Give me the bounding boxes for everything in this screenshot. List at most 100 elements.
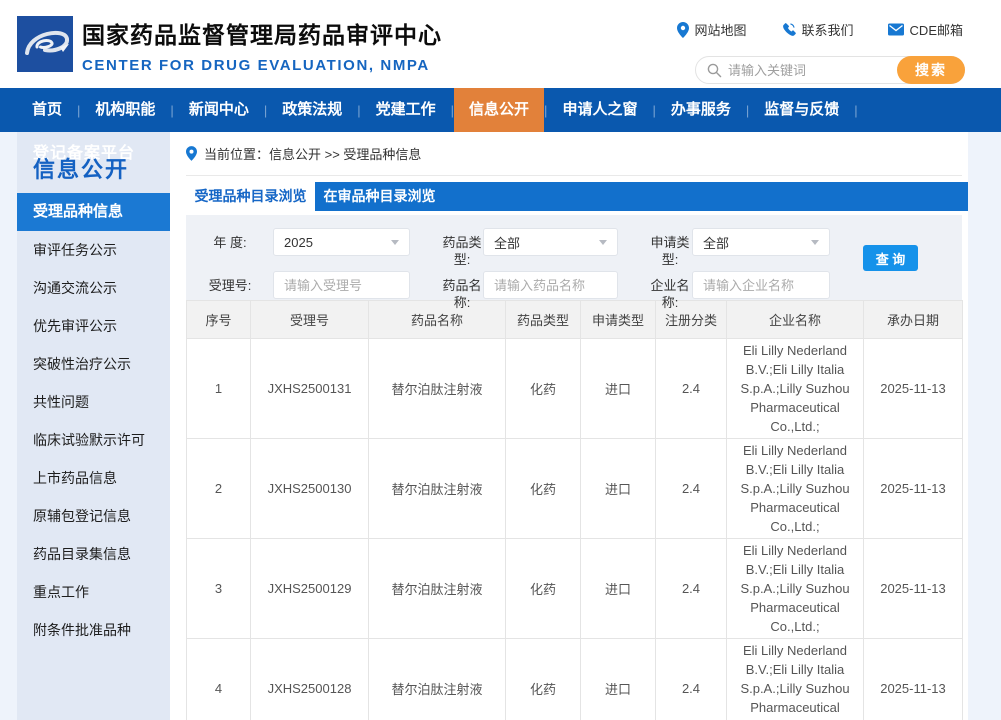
drug-type-select-value: 全部: [494, 235, 521, 251]
sitemap-label: 网站地图: [694, 23, 747, 38]
cell-registration-class: 2.4: [655, 338, 727, 439]
nav-home[interactable]: 首页: [17, 88, 77, 132]
phone-icon: [782, 23, 796, 36]
cell-index: 4: [186, 638, 251, 720]
nav-news[interactable]: 新闻中心: [174, 88, 264, 132]
cell-drug-type: 化药: [505, 338, 581, 439]
sidebar-item-accepted-varieties[interactable]: 受理品种信息: [17, 193, 170, 231]
nav-services[interactable]: 办事服务: [656, 88, 746, 132]
chevron-down-icon: [391, 239, 399, 245]
col-acceptance-no: 受理号: [250, 300, 369, 339]
cell-company: Eli Lilly Nederland B.V.;Eli Lilly Itali…: [726, 638, 864, 720]
cell-accept-date: 2025-11-13: [863, 638, 963, 720]
tab-under-review-catalog[interactable]: 在审品种目录浏览: [315, 182, 444, 211]
cde-logo-icon: [17, 16, 73, 72]
cell-drug-name: 替尔泊肽注射液: [368, 338, 506, 439]
drug-type-select[interactable]: 全部: [483, 228, 618, 256]
cell-acceptance-no: JXHS2500131: [250, 338, 369, 439]
chevron-down-icon: [811, 239, 819, 245]
cell-drug-type: 化药: [505, 438, 581, 539]
cde-logo[interactable]: [17, 16, 73, 72]
breadcrumb: 当前位置：信息公开 >> 受理品种信息: [186, 132, 962, 176]
cell-drug-name: 替尔泊肽注射液: [368, 438, 506, 539]
cell-acceptance-no: JXHS2500130: [250, 438, 369, 539]
content-panel: 当前位置：信息公开 >> 受理品种信息 受理品种目录浏览 在审品种目录浏览 年 …: [170, 132, 968, 720]
cell-company: Eli Lilly Nederland B.V.;Eli Lilly Itali…: [726, 538, 864, 639]
drug-type-label: 药品类型:: [442, 235, 482, 267]
col-accept-date: 承办日期: [863, 300, 963, 339]
main-nav: 首页 | 机构职能 | 新闻中心 | 政策法规 | 党建工作 | 信息公开 | 申请人之窗 |…: [0, 88, 1001, 132]
cell-apply-type: 进口: [580, 538, 656, 639]
sidebar-item-common-issues[interactable]: 共性问题: [17, 383, 170, 421]
table-row: 4 JXHS2500128 替尔泊肽注射液 化药 进口 2.4 Eli Lill…: [186, 638, 963, 720]
search-icon: [707, 63, 722, 78]
col-company: 企业名称: [726, 300, 864, 339]
sidebar-item-excipients-registration[interactable]: 原辅包登记信息: [17, 497, 170, 535]
envelope-icon: [887, 23, 904, 36]
page: 国家药品监督管理局药品审评中心 CENTER FOR DRUG EVALUATI…: [0, 0, 1001, 720]
nav-functions[interactable]: 机构职能: [80, 88, 170, 132]
sidebar-item-review-tasks[interactable]: 审评任务公示: [17, 231, 170, 269]
cell-registration-class: 2.4: [655, 538, 727, 639]
search-input[interactable]: [722, 62, 897, 78]
sidebar-item-breakthrough-therapy[interactable]: 突破性治疗公示: [17, 345, 170, 383]
cell-accept-date: 2025-11-13: [863, 338, 963, 439]
year-label: 年 度:: [213, 235, 247, 250]
chevron-down-icon: [599, 239, 607, 245]
cell-drug-name: 替尔泊肽注射液: [368, 538, 506, 639]
sidebar-item-drug-catalog[interactable]: 药品目录集信息: [17, 535, 170, 573]
location-pin-icon: [186, 146, 197, 161]
map-pin-icon: [676, 21, 689, 38]
col-drug-type: 药品类型: [505, 300, 581, 339]
drug-name-label: 药品名称:: [442, 278, 482, 310]
main-area: 登记备案平台 信息公开 受理品种信息 审评任务公示 沟通交流公示 优先审评公示 …: [0, 132, 1001, 720]
cell-index: 3: [186, 538, 251, 639]
cell-apply-type: 进口: [580, 438, 656, 539]
cell-accept-date: 2025-11-13: [863, 538, 963, 639]
org-title: 国家药品监督管理局药品审评中心: [82, 22, 442, 48]
cell-acceptance-no: JXHS2500128: [250, 638, 369, 720]
sidebar-item-priority-review[interactable]: 优先审评公示: [17, 307, 170, 345]
mailbox-link[interactable]: CDE邮箱: [887, 20, 963, 39]
sidebar-header: 登记备案平台 信息公开: [17, 132, 170, 193]
apply-type-select[interactable]: 全部: [692, 228, 830, 256]
mailbox-label: CDE邮箱: [909, 23, 963, 38]
contact-link[interactable]: 联系我们: [781, 20, 854, 39]
col-apply-type: 申请类型: [580, 300, 656, 339]
tab-bar: 受理品种目录浏览 在审品种目录浏览: [186, 182, 968, 211]
company-name-label: 企业名称:: [650, 278, 690, 310]
drug-name-input[interactable]: [483, 271, 618, 299]
table-row: 1 JXHS2500131 替尔泊肽注射液 化药 进口 2.4 Eli Lill…: [186, 338, 963, 439]
apply-type-label: 申请类型:: [650, 235, 690, 267]
site-titles: 国家药品监督管理局药品审评中心 CENTER FOR DRUG EVALUATI…: [82, 16, 442, 74]
query-button[interactable]: 查 询: [863, 245, 918, 271]
header-links: 网站地图 联系我们 CDE邮箱: [676, 20, 963, 39]
table-header-row: 序号 受理号 药品名称 药品类型 申请类型 注册分类 企业名称 承办日期: [186, 300, 963, 339]
company-name-input[interactable]: [692, 271, 830, 299]
year-select[interactable]: 2025: [273, 228, 410, 256]
sidebar-item-marketed-drugs[interactable]: 上市药品信息: [17, 459, 170, 497]
sidebar-item-communication[interactable]: 沟通交流公示: [17, 269, 170, 307]
filter-form: 年 度: 2025 药品类型: 全部 申请类型: 全部 查 询 受理号: 请输入…: [186, 215, 962, 310]
table-row: 3 JXHS2500129 替尔泊肽注射液 化药 进口 2.4 Eli Lill…: [186, 538, 963, 639]
nav-party-building[interactable]: 党建工作: [361, 88, 451, 132]
cell-drug-type: 化药: [505, 538, 581, 639]
year-select-value: 2025: [284, 234, 313, 250]
nav-supervision[interactable]: 监督与反馈: [749, 88, 854, 132]
cell-index: 1: [186, 338, 251, 439]
nav-separator: |: [854, 102, 858, 118]
apply-type-select-value: 全部: [703, 235, 730, 251]
site-search: 搜索: [695, 56, 965, 84]
cell-accept-date: 2025-11-13: [863, 438, 963, 539]
site-header: 国家药品监督管理局药品审评中心 CENTER FOR DRUG EVALUATI…: [0, 0, 1001, 88]
acceptance-no-input[interactable]: [273, 271, 410, 299]
sidebar-item-key-work[interactable]: 重点工作: [17, 573, 170, 611]
nav-info-disclosure[interactable]: 信息公开: [454, 88, 545, 132]
nav-applicant-window[interactable]: 申请人之窗: [547, 88, 652, 132]
search-button[interactable]: 搜索: [897, 56, 965, 84]
tab-accepted-catalog[interactable]: 受理品种目录浏览: [186, 182, 315, 211]
sidebar-item-conditional-approval[interactable]: 附条件批准品种: [17, 611, 170, 649]
nav-policies[interactable]: 政策法规: [267, 88, 357, 132]
sitemap-link[interactable]: 网站地图: [676, 20, 747, 39]
sidebar-item-clinical-trial-license[interactable]: 临床试验默示许可: [17, 421, 170, 459]
